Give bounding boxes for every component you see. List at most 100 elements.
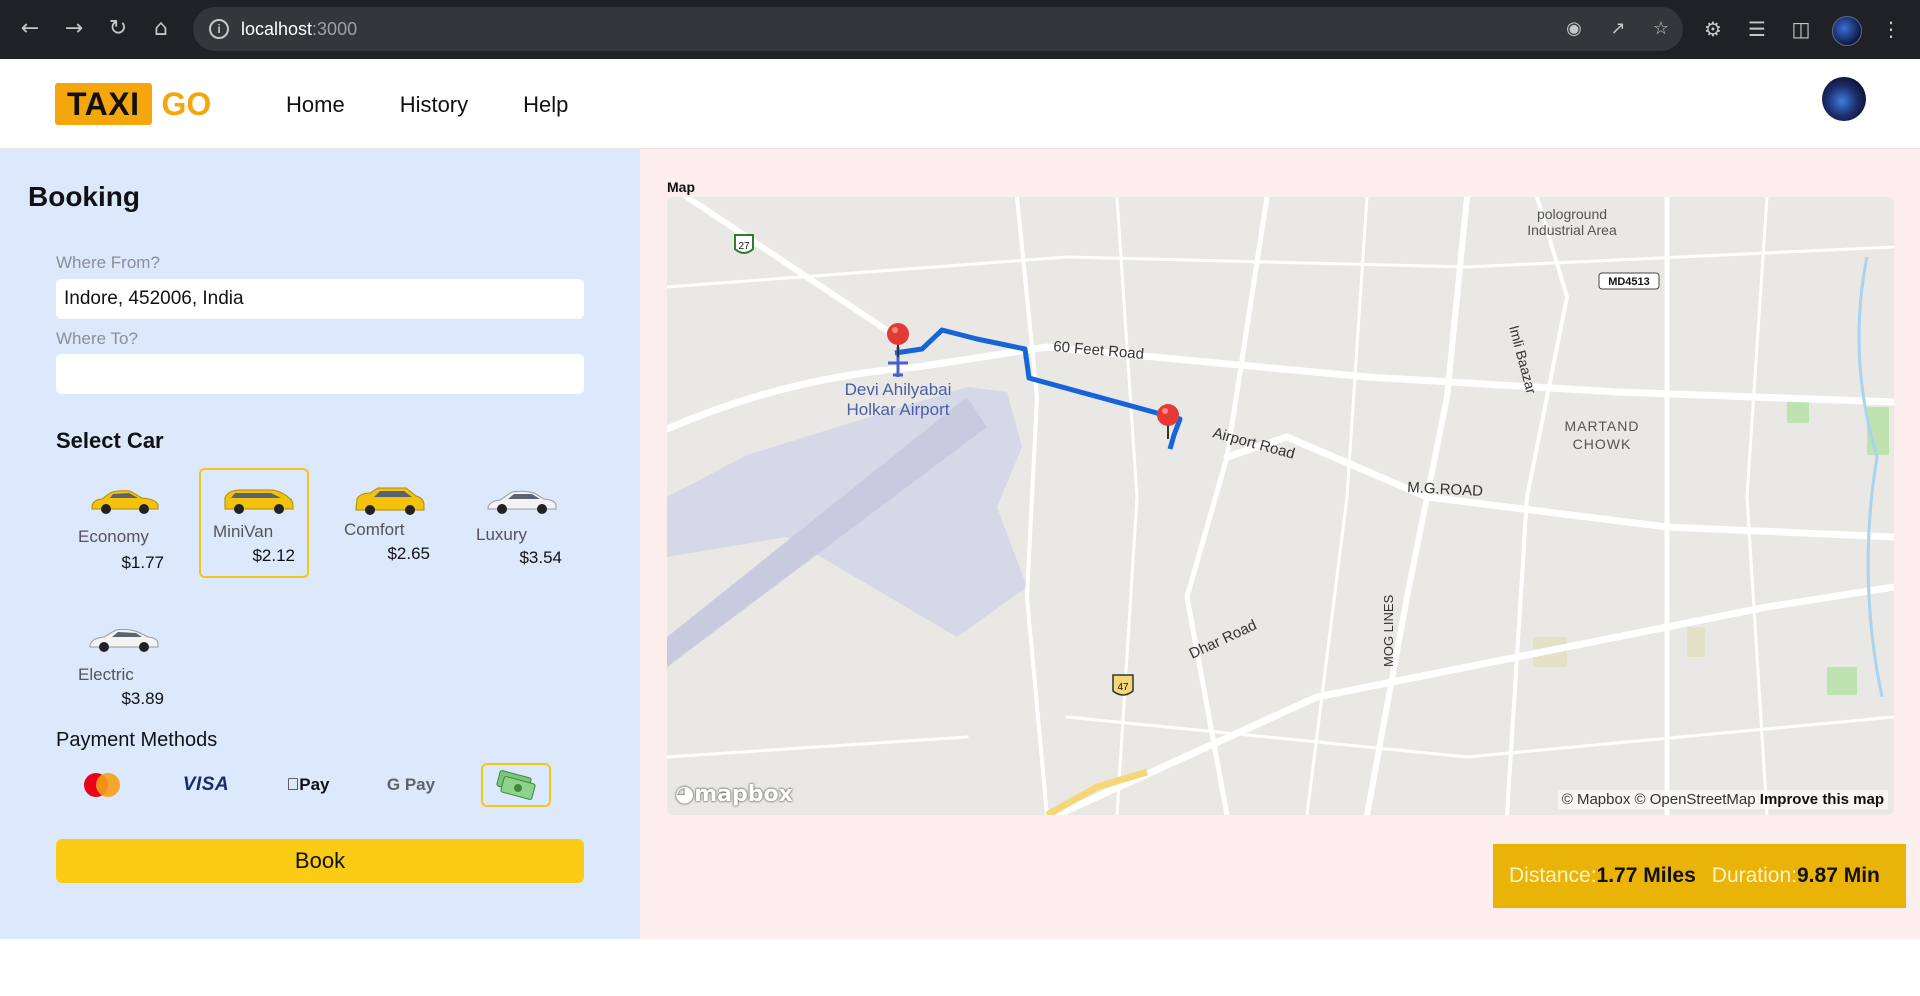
car-price: $3.54 xyxy=(519,548,562,567)
logo-taxi: TAXI xyxy=(55,83,152,125)
url-host: localhost xyxy=(241,19,313,39)
payment-apple-pay[interactable]: Pay xyxy=(273,763,343,807)
nav-home[interactable]: Home xyxy=(286,92,345,118)
menu-kebab-icon[interactable]: ⋮ xyxy=(1878,16,1904,42)
car-option-comfort[interactable]: Comfort $2.65 xyxy=(332,471,442,581)
car-name: MiniVan xyxy=(213,522,274,541)
from-input[interactable] xyxy=(56,279,584,319)
share-icon[interactable]: ↗ xyxy=(1606,17,1630,41)
attribution-mapbox[interactable]: © Mapbox xyxy=(1562,791,1631,808)
shield-md-text: MD4513 xyxy=(1608,276,1650,288)
minivan-car-icon xyxy=(224,489,294,514)
back-icon[interactable]: ← xyxy=(16,15,44,43)
map-canvas: 27 47 MD4513 Devi Ahilyabai Holkar Airpo… xyxy=(667,197,1894,815)
distance-value: 1.77 Miles xyxy=(1596,864,1696,887)
side-panel-icon[interactable]: ◫ xyxy=(1788,16,1814,42)
duration-label: Duration: xyxy=(1711,864,1797,887)
payment-cash[interactable] xyxy=(481,763,551,807)
map-attribution: © Mapbox © OpenStreetMap Improve this ma… xyxy=(1557,790,1888,809)
route-map[interactable]: 27 47 MD4513 Devi Ahilyabai Holkar Airpo… xyxy=(667,197,1894,815)
car-option-economy[interactable]: Economy $1.77 xyxy=(66,471,176,581)
url-port: :3000 xyxy=(312,19,358,39)
shield-md4513: MD4513 xyxy=(1598,272,1660,290)
car-option-luxury[interactable]: Luxury $3.54 xyxy=(464,471,574,581)
forward-icon[interactable]: → xyxy=(60,15,88,43)
booking-panel: Booking Where From? Where To? Select Car… xyxy=(0,149,640,939)
shield-47-text: 47 xyxy=(1117,682,1129,693)
car-price: $3.89 xyxy=(121,689,164,708)
road-n-s xyxy=(1305,197,1369,815)
car-price: $2.65 xyxy=(387,544,430,563)
car-option-minivan[interactable]: MiniVan $2.12 xyxy=(199,468,309,578)
area-label-polo-1: pologround xyxy=(1537,206,1607,222)
url-text[interactable]: localhost:3000 xyxy=(241,19,357,40)
mapbox-logo[interactable]: ◕mapbox xyxy=(675,782,793,807)
shield-27: 27 xyxy=(734,234,754,254)
payment-google-pay[interactable]: G Pay xyxy=(376,763,446,807)
road-e-w xyxy=(667,735,969,759)
extensions-icon[interactable]: ⚙ xyxy=(1700,16,1726,42)
map-panel: Map 27 47 MD4513 Devi Ahilyabai Holkar A… xyxy=(640,149,1920,939)
reload-icon[interactable]: ↻ xyxy=(104,15,132,43)
nav-history[interactable]: History xyxy=(400,92,468,118)
payment-mastercard[interactable] xyxy=(67,763,137,807)
main-nav: Home History Help xyxy=(286,92,568,118)
browser-toolbar: ← → ↻ ⌂ i localhost:3000 ◉ ↗ ☆ ⚙ ☰ ◫ ⋮ xyxy=(0,0,1920,59)
cash-icon xyxy=(496,770,536,800)
road-airport xyxy=(1223,433,1894,541)
to-label: Where To? xyxy=(56,329,138,348)
road-e-w xyxy=(667,245,1894,289)
address-bar[interactable]: i localhost:3000 ◉ ↗ ☆ xyxy=(193,7,1683,51)
car-name: Electric xyxy=(78,665,134,684)
road-label-mog: MOG LINES xyxy=(1381,594,1396,667)
airport-label-2: Holkar Airport xyxy=(847,400,950,419)
road-dhar xyxy=(1053,583,1894,815)
from-label: Where From? xyxy=(56,253,160,272)
comfort-car-icon xyxy=(355,487,425,515)
payment-visa[interactable]: VISA xyxy=(171,763,241,807)
taxi-go-logo[interactable]: TAXI GO xyxy=(55,83,211,125)
nav-help[interactable]: Help xyxy=(523,92,568,118)
bookmark-star-icon[interactable]: ☆ xyxy=(1649,17,1673,41)
map-label: Map xyxy=(667,179,695,195)
car-option-electric[interactable]: Electric $3.89 xyxy=(66,609,176,719)
car-price: $2.12 xyxy=(252,546,295,565)
visa-icon: VISA xyxy=(182,774,230,795)
car-name: Economy xyxy=(78,527,149,546)
car-price: $1.77 xyxy=(121,553,164,572)
home-icon[interactable]: ⌂ xyxy=(147,15,175,43)
area-label-martand-2: CHOWK xyxy=(1573,436,1632,452)
economy-car-icon xyxy=(91,490,159,514)
site-info-icon[interactable]: i xyxy=(209,19,229,39)
select-car-heading: Select Car xyxy=(56,428,164,453)
payment-methods-heading: Payment Methods xyxy=(56,729,218,751)
browser-profile-avatar[interactable] xyxy=(1832,16,1862,46)
improve-map-link[interactable]: Improve this map xyxy=(1760,791,1884,808)
car-name: Comfort xyxy=(344,520,405,539)
user-avatar[interactable] xyxy=(1822,77,1866,121)
duration-value: 9.87 Min xyxy=(1797,864,1880,887)
mastercard-icon xyxy=(84,773,120,797)
road-nw xyxy=(684,197,900,340)
to-input[interactable] xyxy=(56,354,584,394)
road-n-s xyxy=(1364,197,1470,815)
book-button[interactable]: Book xyxy=(56,839,584,883)
shield-47: 47 xyxy=(1112,674,1134,696)
attribution-osm[interactable]: © OpenStreetMap xyxy=(1635,791,1756,808)
app-header: TAXI GO Home History Help xyxy=(0,59,1920,149)
luxury-car-icon xyxy=(487,490,557,514)
shield-27-text: 27 xyxy=(738,241,750,252)
area-label-polo-2: Industrial Area xyxy=(1527,222,1617,238)
trip-stats-badge: Distance: 1.77 Miles Duration: 9.87 Min xyxy=(1493,844,1906,908)
campus-area xyxy=(1687,627,1705,657)
road-label-60-feet: 60 Feet Road xyxy=(1053,338,1145,363)
mapbox-logo-text: mapbox xyxy=(694,782,793,807)
apple-pay-text: Pay xyxy=(292,775,329,794)
media-queue-icon[interactable]: ☰ xyxy=(1744,16,1770,42)
road-label-dhar: Dhar Road xyxy=(1187,617,1260,663)
electric-car-icon xyxy=(89,628,159,652)
logo-go: GO xyxy=(161,85,212,122)
airport-label-1: Devi Ahilyabai xyxy=(845,380,952,399)
location-icon[interactable]: ◉ xyxy=(1562,17,1586,41)
booking-title: Booking xyxy=(28,181,140,212)
